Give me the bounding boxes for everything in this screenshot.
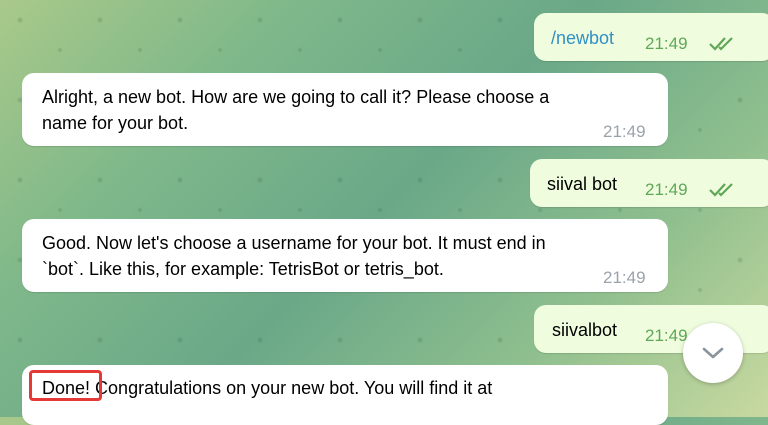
message-text: siival bot <box>547 174 618 194</box>
message-outgoing[interactable]: /newbot 21:49 <box>534 13 768 61</box>
message-time: 21:49 <box>603 268 646 287</box>
highlight-box <box>29 370 102 401</box>
chat-background <box>0 0 768 417</box>
message-text: siivalbot <box>552 320 618 340</box>
message-time: 21:49 <box>645 34 688 53</box>
message-time: 21:49 <box>645 326 688 345</box>
message-text: Good. Now let's choose a username for yo… <box>42 233 546 279</box>
message-text: Alright, a new bot. How are we going to … <box>42 87 550 133</box>
chevron-down-icon <box>702 347 724 359</box>
message-incoming[interactable]: Good. Now let's choose a username for yo… <box>22 219 668 292</box>
command-link[interactable]: /newbot <box>551 25 614 51</box>
message-time: 21:49 <box>603 122 646 141</box>
message-text: Done! Congratulations on your new bot. Y… <box>42 378 493 398</box>
message-time: 21:49 <box>645 180 688 199</box>
message-incoming[interactable]: Done! Congratulations on your new bot. Y… <box>22 365 668 425</box>
message-incoming[interactable]: Alright, a new bot. How are we going to … <box>22 73 668 146</box>
message-outgoing[interactable]: siival bot 21:49 <box>530 159 768 207</box>
double-check-icon <box>709 37 733 51</box>
double-check-icon <box>709 183 733 197</box>
scroll-down-button[interactable] <box>683 323 743 383</box>
